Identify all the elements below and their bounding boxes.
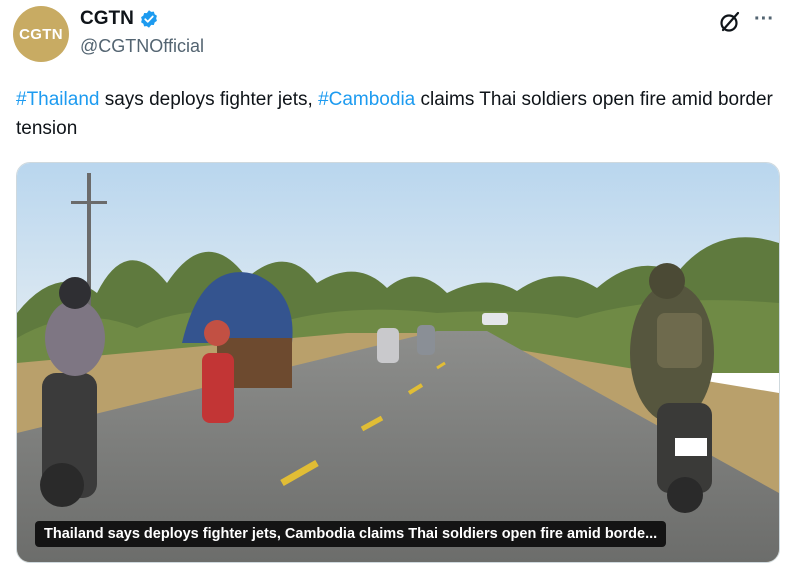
more-options-icon[interactable]: ··· [754, 8, 774, 31]
hashtag-link[interactable]: #Cambodia [318, 89, 415, 110]
tweet-text: #Thailand says deploys fighter jets, #Ca… [16, 85, 776, 143]
hashtag-link[interactable]: #Thailand [16, 89, 99, 110]
media-image[interactable]: Thailand says deploys fighter jets, Camb… [16, 162, 780, 563]
display-name[interactable]: CGTN [80, 8, 134, 30]
avatar-logo-text: CGTN [19, 25, 63, 43]
road-scene-image [17, 163, 779, 562]
verified-badge-icon [140, 10, 157, 28]
avatar[interactable]: CGTN [13, 6, 69, 62]
tweet-text-segment: says deploys fighter jets, [99, 89, 319, 110]
grok-icon[interactable] [718, 10, 742, 34]
author-name-row: CGTN [80, 8, 159, 30]
user-handle[interactable]: @CGTNOfficial [80, 36, 204, 57]
media-caption: Thailand says deploys fighter jets, Camb… [35, 521, 667, 547]
